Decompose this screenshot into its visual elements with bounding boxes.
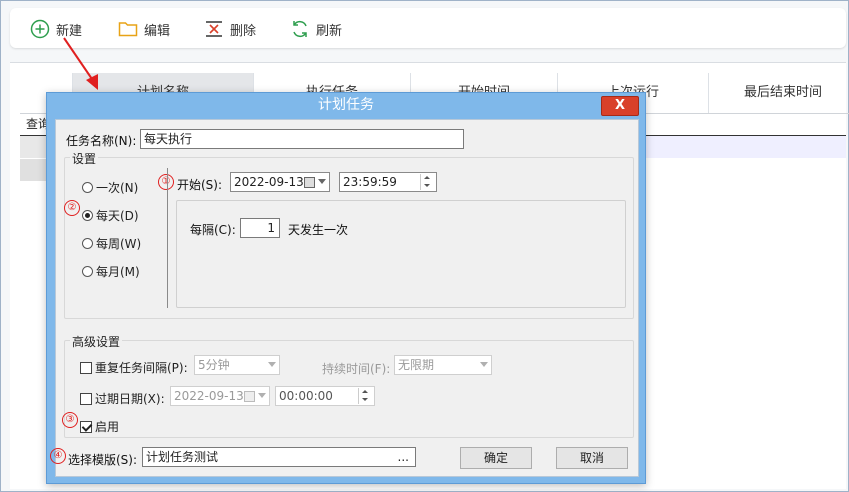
task-name-label: 任务名称(N): bbox=[66, 134, 137, 148]
expire-time-spinner[interactable] bbox=[358, 388, 373, 404]
radio-monthly-dot bbox=[82, 266, 93, 277]
edit-label: 编辑 bbox=[144, 23, 171, 39]
delete-icon bbox=[206, 21, 222, 37]
start-time-spinner[interactable] bbox=[420, 174, 435, 190]
interval-suffix: 天发生一次 bbox=[288, 223, 349, 237]
duration-select[interactable]: 无限期 bbox=[394, 355, 492, 375]
start-time-value: 23:59:59 bbox=[343, 175, 397, 189]
expire-time-value: 00:00:00 bbox=[279, 389, 333, 403]
radio-weekly-label: 每周(W) bbox=[96, 237, 142, 251]
cancel-button[interactable]: 取消 bbox=[556, 447, 628, 469]
folder-icon bbox=[118, 22, 138, 37]
radio-daily[interactable]: 每天(D) bbox=[82, 207, 139, 224]
expire-checkbox-box bbox=[80, 392, 92, 405]
marker-two: ② bbox=[64, 200, 80, 216]
start-date-picker[interactable]: 2022-09-13 bbox=[230, 172, 330, 192]
delete-label: 删除 bbox=[230, 23, 257, 39]
marker-one: ① bbox=[158, 174, 174, 190]
col-header[interactable]: 最后结束时间 bbox=[709, 73, 849, 113]
duration-label: 持续时间(F): bbox=[322, 362, 391, 376]
start-date-value: 2022-09-13 bbox=[234, 175, 304, 189]
edit-button[interactable]: 编辑 bbox=[118, 18, 170, 40]
radio-once-label: 一次(N) bbox=[96, 181, 139, 195]
expire-checkbox[interactable]: 过期日期(X): bbox=[80, 390, 165, 407]
enable-checkbox[interactable]: 启用 bbox=[80, 418, 119, 435]
radio-daily-label: 每天(D) bbox=[96, 209, 139, 223]
repeat-checkbox-box bbox=[80, 361, 92, 374]
start-time-input[interactable]: 23:59:59 bbox=[339, 172, 437, 192]
expire-date-value: 2022-09-13 bbox=[174, 389, 244, 403]
spin-down-icon[interactable] bbox=[421, 182, 435, 190]
dialog-title: 计划任务 bbox=[318, 97, 374, 113]
delete-button[interactable]: 删除 bbox=[204, 18, 256, 40]
radio-once[interactable]: 一次(N) bbox=[82, 179, 138, 196]
template-label: 选择模版(S): bbox=[68, 453, 138, 467]
refresh-button[interactable]: 刷新 bbox=[290, 18, 342, 40]
radio-weekly-dot bbox=[82, 238, 93, 249]
interval-label: 每隔(C): bbox=[190, 223, 236, 237]
calendar-icon bbox=[304, 177, 315, 188]
settings-group-title: 设置 bbox=[70, 150, 99, 167]
repeat-label: 重复任务间隔(P): bbox=[95, 361, 188, 375]
radio-monthly[interactable]: 每月(M) bbox=[82, 263, 140, 280]
refresh-icon bbox=[293, 20, 307, 38]
recurrence-panel bbox=[176, 200, 626, 308]
annotation-arrow-icon bbox=[63, 37, 98, 90]
marker-four: ④ bbox=[50, 448, 66, 464]
advanced-group-title: 高级设置 bbox=[70, 333, 123, 350]
toolbar: 新建 编辑 删除 刷新 bbox=[10, 8, 846, 48]
template-input[interactable]: 计划任务测试 ... bbox=[142, 447, 416, 467]
browse-button[interactable]: ... bbox=[398, 448, 409, 466]
repeat-value: 5分钟 bbox=[198, 358, 230, 372]
calendar-icon bbox=[244, 391, 255, 402]
chevron-down-icon bbox=[258, 393, 266, 398]
enable-label: 启用 bbox=[95, 420, 120, 434]
spin-up-icon[interactable] bbox=[421, 174, 435, 182]
repeat-checkbox[interactable]: 重复任务间隔(P): bbox=[80, 359, 188, 376]
chevron-down-icon bbox=[268, 362, 276, 367]
close-button[interactable]: X bbox=[601, 96, 639, 116]
radio-weekly[interactable]: 每周(W) bbox=[82, 235, 141, 252]
repeat-interval-select[interactable]: 5分钟 bbox=[194, 355, 280, 375]
task-name-input[interactable]: 每天执行 bbox=[140, 129, 464, 149]
refresh-label: 刷新 bbox=[316, 23, 343, 39]
chevron-down-icon bbox=[480, 362, 488, 367]
radio-daily-dot bbox=[82, 210, 93, 221]
settings-divider bbox=[167, 168, 168, 308]
plus-circle-icon bbox=[30, 19, 50, 39]
dialog-body: 任务名称(N): 每天执行 设置 ① 开始(S): 2022-09-13 23:… bbox=[50, 119, 639, 477]
expire-date-picker[interactable]: 2022-09-13 bbox=[170, 386, 270, 406]
expire-time-input[interactable]: 00:00:00 bbox=[275, 386, 375, 406]
ok-button[interactable]: 确定 bbox=[460, 447, 532, 469]
radio-monthly-label: 每月(M) bbox=[96, 265, 140, 279]
chevron-down-icon bbox=[318, 179, 326, 184]
radio-once-dot bbox=[82, 182, 93, 193]
enable-checkbox-box bbox=[80, 420, 92, 433]
schedule-dialog: 计划任务 X 任务名称(N): 每天执行 设置 ① 开始(S): 2022-09… bbox=[46, 92, 646, 484]
expire-label: 过期日期(X): bbox=[95, 392, 165, 406]
spin-up-icon[interactable] bbox=[359, 388, 373, 396]
start-label: 开始(S): bbox=[177, 178, 223, 192]
interval-input[interactable]: 1 bbox=[240, 218, 280, 238]
duration-value: 无限期 bbox=[398, 358, 435, 372]
marker-three: ③ bbox=[62, 412, 78, 428]
spin-down-icon[interactable] bbox=[359, 396, 373, 404]
template-value: 计划任务测试 bbox=[146, 450, 219, 464]
